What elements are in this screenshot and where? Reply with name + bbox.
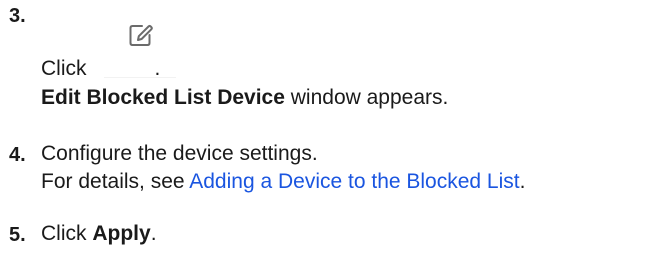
- step-number: 5.: [9, 224, 26, 246]
- step-5: 5. Click Apply.: [0, 220, 664, 250]
- period: .: [154, 57, 161, 80]
- edit-icon: [129, 24, 153, 46]
- step-number: 4.: [9, 144, 26, 166]
- step-4-details: For details, see Adding a Device to the …: [41, 170, 525, 194]
- step-number: 3.: [9, 5, 26, 27]
- step-4-instruction: Configure the device settings.: [41, 142, 318, 165]
- window-title: Edit Blocked List Device: [41, 86, 285, 109]
- result-text: window appears.: [284, 86, 449, 109]
- click-text: Click: [41, 57, 87, 80]
- click-text: Click: [41, 222, 93, 245]
- period: .: [519, 170, 526, 193]
- step-3: 3. Click. Edit Blocked List Device windo…: [0, 0, 664, 110]
- apply-label: Apply: [92, 222, 151, 245]
- blocked-list-link[interactable]: Adding a Device to the Blocked List: [189, 170, 519, 193]
- details-prefix: For details, see: [41, 170, 190, 193]
- edit-icon-button[interactable]: [104, 4, 178, 58]
- period: .: [150, 222, 157, 245]
- step-3-result: Edit Blocked List Device window appears.: [41, 86, 448, 110]
- step-4: 4. Configure the device settings. For de…: [0, 140, 664, 200]
- step-3-action: Click.: [41, 57, 160, 81]
- step-5-instruction: Click Apply.: [41, 222, 157, 246]
